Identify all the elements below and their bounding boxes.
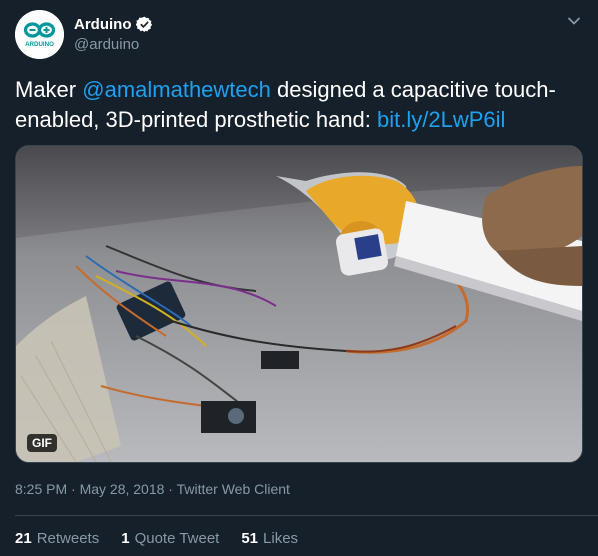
retweets-label: Retweets (36, 530, 100, 547)
handle[interactable]: @arduino (74, 36, 153, 53)
author-names: Arduino @arduino (74, 16, 153, 53)
likes-stat[interactable]: 51 Likes (241, 530, 298, 547)
mention-link[interactable]: @amalmathewtech (82, 77, 271, 102)
verified-icon (135, 16, 152, 32)
quote-tweets-stat[interactable]: 1 Quote Tweet (121, 530, 219, 547)
likes-label: Likes (263, 530, 299, 547)
quote-tweets-count: 1 (121, 530, 130, 547)
tweet-text-prefix: Maker (15, 77, 83, 102)
display-name[interactable]: Arduino (74, 16, 153, 33)
retweets-count: 21 (15, 530, 32, 547)
prosthetic-hand-gif-image (16, 146, 582, 462)
quote-tweets-label: Quote Tweet (134, 530, 220, 547)
gif-badge: GIF (27, 434, 57, 452)
divider (15, 515, 598, 516)
tweet-stats: 21 Retweets 1 Quote Tweet 51 Likes (15, 530, 298, 547)
url-link[interactable]: bit.ly/2LwP6il (377, 107, 505, 132)
media-gif[interactable]: GIF (15, 145, 583, 463)
chevron-down-icon[interactable] (565, 12, 583, 30)
arduino-logo-icon: ARDUINO (15, 10, 64, 59)
tweet-timestamp[interactable]: 8:25 PM · May 28, 2018 · Twitter Web Cli… (15, 481, 290, 497)
likes-count: 51 (241, 530, 259, 547)
avatar[interactable]: ARDUINO (15, 10, 64, 59)
display-name-text[interactable]: Arduino (74, 16, 132, 33)
tweet-text: Maker @amalmathewtech designed a capacit… (15, 75, 585, 135)
tweet-header: ARDUINO Arduino @arduino (15, 10, 583, 60)
retweets-stat[interactable]: 21 Retweets (15, 530, 99, 547)
avatar-wordmark: ARDUINO (25, 41, 54, 48)
